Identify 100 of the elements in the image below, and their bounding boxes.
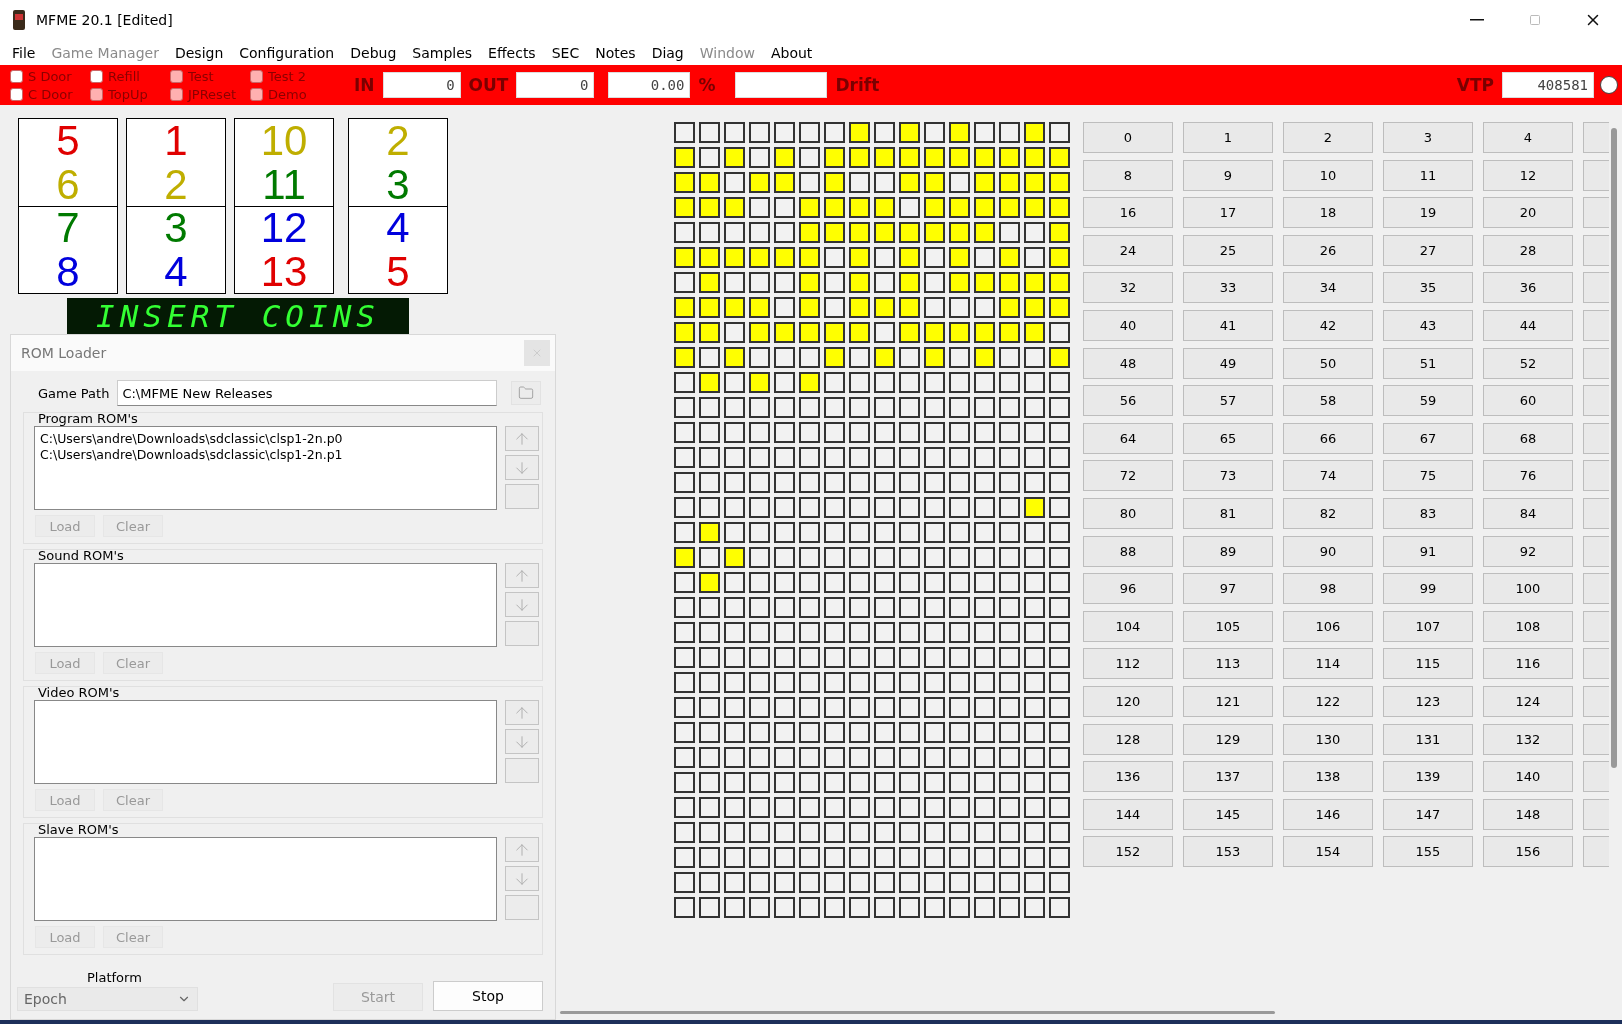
input-button[interactable]: 137 xyxy=(1183,761,1273,793)
input-button[interactable]: 17 xyxy=(1183,197,1273,229)
input-button[interactable]: 146 xyxy=(1283,798,1373,830)
menu-item[interactable]: Notes xyxy=(587,44,644,61)
input-button[interactable]: 56 xyxy=(1083,385,1173,417)
input-button[interactable]: 51 xyxy=(1383,347,1473,379)
stop-button[interactable]: Stop xyxy=(433,981,543,1011)
rom-list[interactable] xyxy=(34,837,497,921)
input-button[interactable] xyxy=(1583,836,1609,868)
input-button[interactable]: 24 xyxy=(1083,234,1173,266)
input-button[interactable]: 57 xyxy=(1183,385,1273,417)
input-button[interactable]: 11 xyxy=(1383,159,1473,191)
input-button[interactable]: 4 xyxy=(1483,122,1573,153)
input-button[interactable]: 91 xyxy=(1383,535,1473,567)
rom-list[interactable] xyxy=(34,563,497,647)
folder-button[interactable] xyxy=(511,381,542,405)
drift-field[interactable] xyxy=(735,72,828,98)
menu-item[interactable]: Effects xyxy=(480,44,544,61)
game-path-field[interactable]: C:\MFME New Releases xyxy=(117,380,498,406)
input-button[interactable] xyxy=(1583,422,1609,454)
input-button[interactable]: 107 xyxy=(1383,610,1473,642)
input-button[interactable]: 58 xyxy=(1283,385,1373,417)
input-button[interactable]: 52 xyxy=(1483,347,1573,379)
input-button[interactable] xyxy=(1583,761,1609,793)
rom-list[interactable] xyxy=(34,700,497,784)
input-button[interactable] xyxy=(1583,685,1609,717)
input-button[interactable]: 10 xyxy=(1283,159,1373,191)
menu-item[interactable]: Configuration xyxy=(231,44,343,61)
input-button[interactable] xyxy=(1583,122,1609,153)
input-button[interactable]: 40 xyxy=(1083,309,1173,341)
input-button[interactable] xyxy=(1583,347,1609,379)
input-button[interactable]: 153 xyxy=(1183,836,1273,868)
input-button[interactable]: 92 xyxy=(1483,535,1573,567)
input-button[interactable] xyxy=(1583,159,1609,191)
input-button[interactable]: 20 xyxy=(1483,197,1573,229)
blank-button[interactable] xyxy=(505,621,539,646)
input-button[interactable]: 147 xyxy=(1383,798,1473,830)
input-button[interactable]: 66 xyxy=(1283,422,1373,454)
input-button[interactable]: 12 xyxy=(1483,159,1573,191)
blank-button[interactable] xyxy=(505,895,539,920)
input-button[interactable]: 122 xyxy=(1283,685,1373,717)
move-down-button[interactable] xyxy=(505,729,539,754)
input-button[interactable] xyxy=(1583,648,1609,680)
input-button[interactable] xyxy=(1583,385,1609,417)
input-button[interactable]: 138 xyxy=(1283,761,1373,793)
input-button[interactable]: 98 xyxy=(1283,573,1373,605)
out-field[interactable]: 0 xyxy=(516,72,595,98)
input-button[interactable]: 26 xyxy=(1283,234,1373,266)
rom-file[interactable]: C:\Users\andre\Downloads\sdclassic\clsp1-2n.p0 xyxy=(40,431,491,447)
input-button[interactable] xyxy=(1583,234,1609,266)
input-button[interactable]: 96 xyxy=(1083,573,1173,605)
input-button[interactable]: 99 xyxy=(1383,573,1473,605)
input-button[interactable]: 132 xyxy=(1483,723,1573,755)
input-button[interactable] xyxy=(1583,535,1609,567)
input-button[interactable] xyxy=(1583,197,1609,229)
input-button[interactable]: 8 xyxy=(1083,159,1173,191)
checkbox[interactable] xyxy=(10,87,23,101)
input-button[interactable]: 152 xyxy=(1083,836,1173,868)
move-down-button[interactable] xyxy=(505,866,539,891)
input-button[interactable]: 106 xyxy=(1283,610,1373,642)
menu-item[interactable]: About xyxy=(762,44,821,61)
input-button[interactable]: 104 xyxy=(1083,610,1173,642)
platform-dropdown[interactable]: Epoch xyxy=(17,987,198,1011)
menu-item[interactable]: Debug xyxy=(342,44,405,61)
rom-file[interactable]: C:\Users\andre\Downloads\sdclassic\clsp1-2n.p1 xyxy=(40,447,491,463)
move-up-button[interactable] xyxy=(505,426,539,451)
input-button[interactable]: 100 xyxy=(1483,573,1573,605)
input-button[interactable]: 27 xyxy=(1383,234,1473,266)
input-button[interactable]: 148 xyxy=(1483,798,1573,830)
percent-field[interactable]: 0.00 xyxy=(608,72,691,98)
input-button[interactable]: 60 xyxy=(1483,385,1573,417)
input-button[interactable]: 41 xyxy=(1183,309,1273,341)
move-down-button[interactable] xyxy=(505,592,539,617)
input-button[interactable]: 2 xyxy=(1283,122,1373,153)
input-button[interactable]: 89 xyxy=(1183,535,1273,567)
checkbox[interactable] xyxy=(90,69,103,83)
input-button[interactable] xyxy=(1583,723,1609,755)
menu-item[interactable]: Samples xyxy=(404,44,481,61)
input-button[interactable]: 88 xyxy=(1083,535,1173,567)
menu-item[interactable]: Design xyxy=(166,44,232,61)
input-button[interactable] xyxy=(1583,460,1609,492)
move-down-button[interactable] xyxy=(505,455,539,480)
input-button[interactable]: 74 xyxy=(1283,460,1373,492)
vtp-field[interactable]: 408581 xyxy=(1502,72,1594,98)
input-button[interactable]: 97 xyxy=(1183,573,1273,605)
input-button[interactable]: 67 xyxy=(1383,422,1473,454)
input-button[interactable]: 75 xyxy=(1383,460,1473,492)
input-button[interactable]: 144 xyxy=(1083,798,1173,830)
input-button[interactable]: 3 xyxy=(1383,122,1473,153)
input-button[interactable]: 139 xyxy=(1383,761,1473,793)
input-button[interactable]: 105 xyxy=(1183,610,1273,642)
input-button[interactable]: 123 xyxy=(1383,685,1473,717)
input-button[interactable] xyxy=(1583,497,1609,529)
input-button[interactable]: 42 xyxy=(1283,309,1373,341)
rom-list[interactable]: C:\Users\andre\Downloads\sdclassic\clsp1-2n.p0 C:\Users\andre\Downloads\sdclassic\clsp1-2n.p1 xyxy=(34,426,497,510)
menu-item[interactable]: SEC xyxy=(543,44,588,61)
input-button[interactable] xyxy=(1583,798,1609,830)
input-button[interactable]: 124 xyxy=(1483,685,1573,717)
input-button[interactable]: 36 xyxy=(1483,272,1573,304)
input-button[interactable]: 121 xyxy=(1183,685,1273,717)
